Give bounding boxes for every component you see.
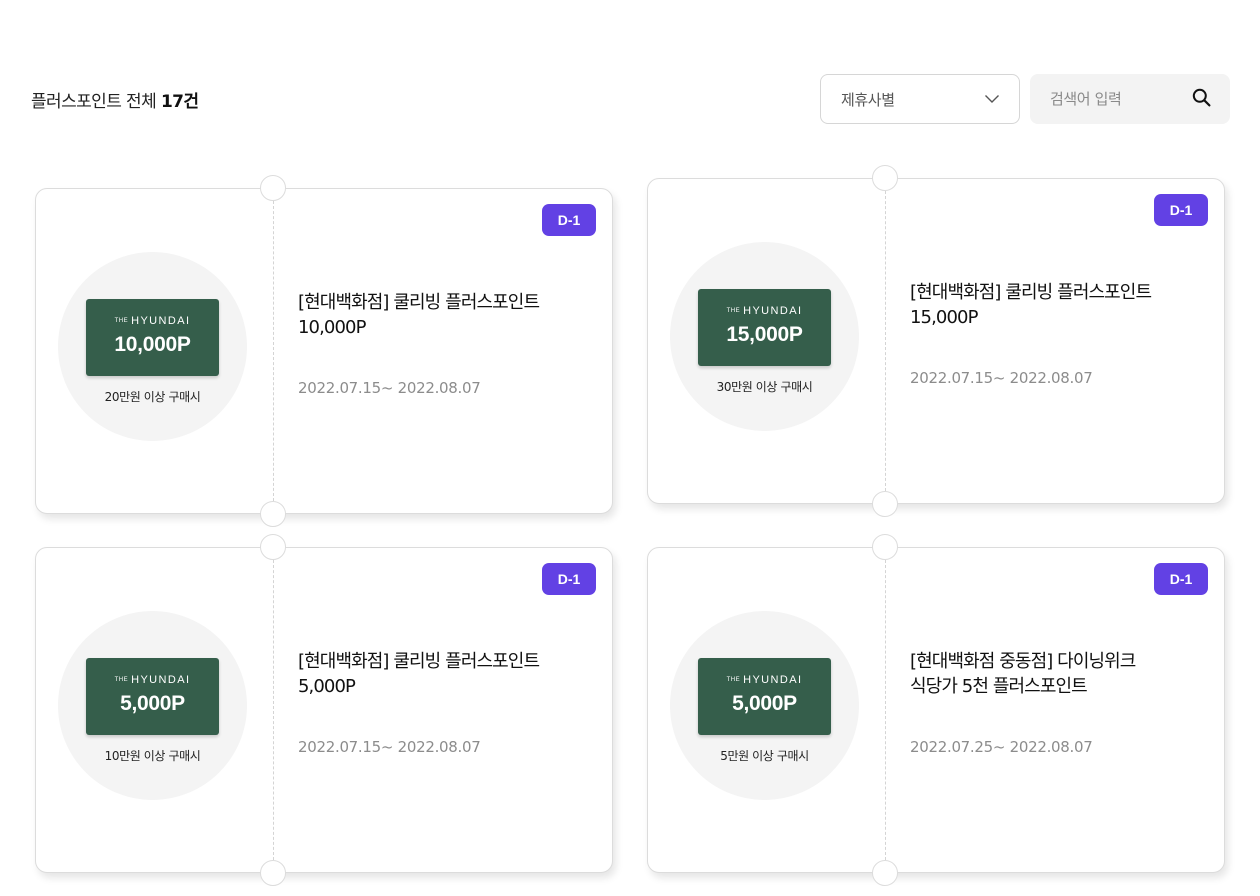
total-count-label: 플러스포인트 전체 17건 (31, 87, 199, 112)
coupon-period: 2022.07.15~ 2022.08.07 (298, 738, 481, 756)
brand-logo: THE HYUNDAI (726, 305, 803, 317)
gift-card-image: THE HYUNDAI 15,000P (698, 289, 831, 366)
ticket-notch (872, 491, 898, 517)
purchase-condition: 30만원 이상 구매시 (716, 380, 813, 394)
gift-card-amount: 5,000P (120, 692, 185, 715)
coupon-card[interactable]: THE HYUNDAI 5,000P 5만원 이상 구매시 D-1 [현대백화점 … (647, 534, 1225, 886)
search-button[interactable] (1192, 88, 1211, 111)
search-icon (1192, 88, 1211, 111)
dday-badge: D-1 (542, 204, 596, 236)
gift-card-image: THE HYUNDAI 10,000P (86, 299, 219, 376)
dday-badge: D-1 (1154, 194, 1208, 226)
gift-card-amount: 10,000P (114, 333, 191, 356)
plus-point-list-page: 플러스포인트 전체 17건 제휴사별 THEHYUNDAI 10,000P 20… (0, 0, 1260, 896)
ticket-notch (260, 860, 286, 886)
coupon-title: [현대백화점] 쿨리빙 플러스포인트 5,000P (298, 651, 540, 697)
perforation-divider (885, 191, 886, 491)
brand-logo: THE HYUNDAI (726, 674, 803, 686)
purchase-condition: 5만원 이상 구매시 (720, 749, 809, 763)
ticket-notch (260, 175, 286, 201)
gift-card-image: THE HYUNDAI 5,000P (698, 658, 831, 735)
coupon-card[interactable]: THE HYUNDAI 5,000P 10만원 이상 구매시 D-1 [현대백화점… (35, 534, 613, 886)
gift-card-image: THE HYUNDAI 5,000P (86, 658, 219, 735)
chevron-down-icon (984, 94, 1000, 104)
coupon-title: [현대백화점] 쿨리빙 플러스포인트 10,000P (298, 292, 540, 338)
purchase-condition: 20만원 이상 구매시 (104, 390, 201, 404)
perforation-divider (885, 560, 886, 860)
count-prefix: 플러스포인트 전체 (31, 92, 157, 112)
perforation-divider (273, 560, 274, 860)
search-input[interactable] (1050, 90, 1192, 108)
brand-logo: THE HYUNDAI (114, 674, 191, 686)
dday-badge: D-1 (1154, 563, 1208, 595)
purchase-condition: 10만원 이상 구매시 (104, 749, 201, 763)
coupon-period: 2022.07.25~ 2022.08.07 (910, 738, 1093, 756)
count-value: 17건 (160, 92, 199, 112)
brand-logo: THE HYUNDAI (114, 315, 191, 327)
perforation-divider (273, 201, 274, 501)
ticket-notch (260, 534, 286, 560)
coupon-period: 2022.07.15~ 2022.08.07 (298, 379, 481, 397)
ticket-notch (872, 534, 898, 560)
ticket-notch (260, 501, 286, 527)
ticket-notch (872, 165, 898, 191)
gift-card-amount: 15,000P (726, 323, 803, 346)
ticket-notch (872, 860, 898, 886)
coupon-period: 2022.07.15~ 2022.08.07 (910, 369, 1093, 387)
dday-badge: D-1 (542, 563, 596, 595)
coupon-card[interactable]: THE HYUNDAI 10,000P 20만원 이상 구매시 D-1 [현대백화… (35, 175, 613, 527)
search-box (1030, 74, 1230, 124)
gift-card-amount: 5,000P (732, 692, 797, 715)
partner-filter-select[interactable]: 제휴사별 (820, 74, 1020, 124)
coupon-title: [현대백화점] 쿨리빙 플러스포인트 15,000P (910, 282, 1152, 328)
coupon-title: [현대백화점 중동점] 다이닝위크 식당가 5천 플러스포인트 (910, 651, 1136, 697)
coupon-card[interactable]: THE HYUNDAI 15,000P 30만원 이상 구매시 D-1 [현대백화… (647, 165, 1225, 517)
filter-selected-label: 제휴사별 (841, 90, 895, 109)
